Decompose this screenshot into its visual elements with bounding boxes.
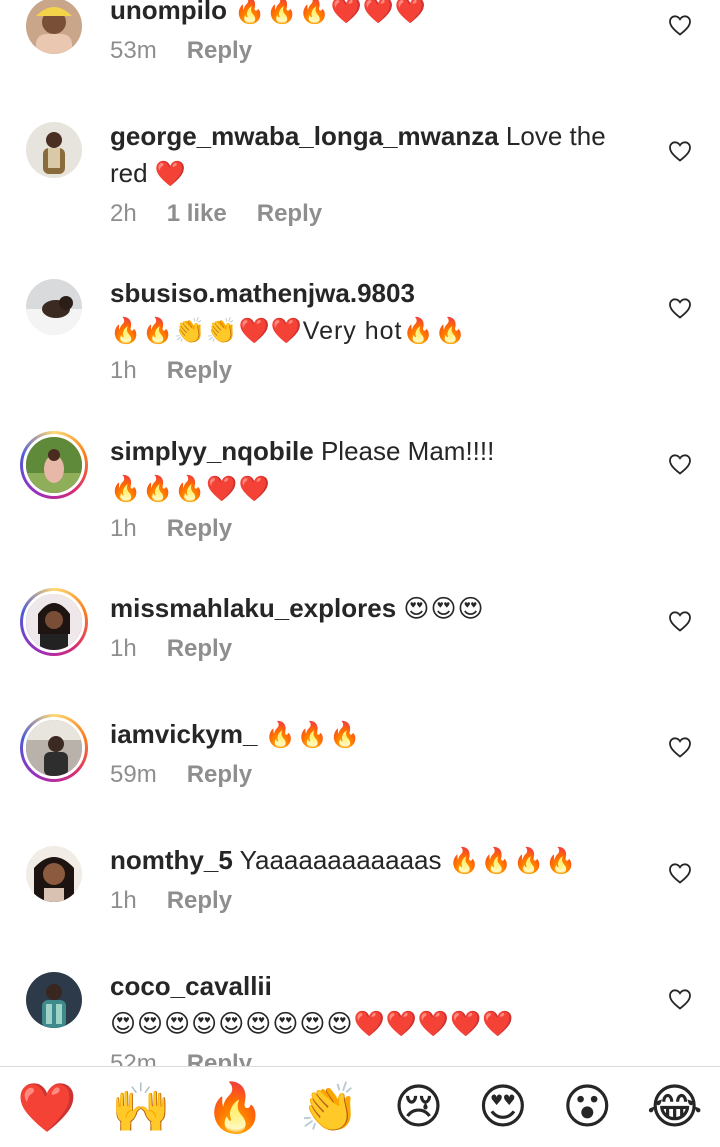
comment-time: 59m <box>110 761 157 788</box>
fire-emoji-button[interactable]: 🔥 <box>205 1079 265 1136</box>
comment-username[interactable]: george_mwaba_longa_mwanza <box>110 121 499 151</box>
comment-body: george_mwaba_longa_mwanza Love the red ❤… <box>110 118 650 229</box>
comment-body: sbusiso.mathenjwa.9803 🔥🔥👏👏❤️❤️Very hot🔥🔥… <box>110 275 650 386</box>
avatar[interactable] <box>26 122 82 178</box>
reply-button[interactable]: Reply <box>187 761 252 788</box>
like-heart-icon[interactable] <box>668 453 692 475</box>
comment-emoji: ❤️ <box>154 160 187 188</box>
comment-text: Yaaaaaaaaaaaas <box>232 845 442 875</box>
like-count[interactable]: 1 like <box>167 200 227 227</box>
comment-username[interactable]: sbusiso.mathenjwa.9803 <box>110 278 415 308</box>
laughing-emoji-button[interactable]: 😂 <box>647 1079 703 1135</box>
comment-username[interactable]: unompilo <box>110 0 227 25</box>
reply-button[interactable]: Reply <box>257 200 322 227</box>
comment-emoji: 🔥🔥🔥❤️❤️❤️ <box>234 0 427 25</box>
comment-time: 53m <box>110 37 157 64</box>
comment-body: simplyy_nqobile Please Mam!!!! 🔥🔥🔥❤️❤️ 1h… <box>110 433 650 544</box>
comment-body: iamvickym_ 🔥🔥🔥 59m Reply <box>110 716 650 790</box>
comment-emoji: 🔥🔥👏👏❤️❤️Very hot🔥🔥 <box>110 317 467 345</box>
comment-username[interactable]: nomthy_5 <box>110 845 233 875</box>
avatar[interactable] <box>20 714 88 782</box>
avatar[interactable] <box>26 972 82 1028</box>
heart-emoji-button[interactable]: ❤️ <box>17 1079 77 1136</box>
reply-button[interactable]: Reply <box>167 515 232 542</box>
comment-time: 1h <box>110 515 137 542</box>
comment-emoji: 🔥🔥🔥🔥 <box>448 847 578 875</box>
quick-reaction-bar: ❤️ 🙌 🔥 👏 😢 😍 😮 😂 <box>0 1067 720 1147</box>
avatar[interactable] <box>26 0 82 54</box>
comment-username[interactable]: coco_cavallii <box>110 971 272 1001</box>
comment-time: 1h <box>110 357 137 384</box>
comment-time: 52m <box>110 1050 157 1066</box>
like-heart-icon[interactable] <box>668 297 692 319</box>
comment-username[interactable]: iamvickym_ <box>110 719 257 749</box>
avatar[interactable] <box>26 279 82 335</box>
comment-text: Please Mam!!!! <box>313 436 495 466</box>
heart-eyes-emoji-button[interactable]: 😍 <box>478 1079 528 1135</box>
avatar[interactable] <box>20 588 88 656</box>
comment-emoji: 😍😍😍😍😍😍😍😍😍❤️❤️❤️❤️❤️ <box>110 1010 515 1038</box>
avatar[interactable] <box>20 431 88 499</box>
comment-list[interactable]: unompilo 🔥🔥🔥❤️❤️❤️ 53m Reply george_mwaba… <box>0 0 720 1066</box>
comment-time: 1h <box>110 635 137 662</box>
surprised-emoji-button[interactable]: 😮 <box>562 1079 612 1135</box>
raised-hands-emoji-button[interactable]: 🙌 <box>111 1079 171 1136</box>
crying-emoji-button[interactable]: 😢 <box>394 1079 444 1135</box>
reply-button[interactable]: Reply <box>167 887 232 914</box>
comment-body: nomthy_5 Yaaaaaaaaaaaas 🔥🔥🔥🔥 1h Reply <box>110 842 650 916</box>
reply-button[interactable]: Reply <box>167 357 232 384</box>
comment-emoji: 🔥🔥🔥❤️❤️ <box>110 475 271 503</box>
comment-emoji: 🔥🔥🔥 <box>264 721 362 749</box>
like-heart-icon[interactable] <box>668 140 692 162</box>
comment-username[interactable]: missmahlaku_explores <box>110 593 396 623</box>
comment-emoji: 😍😍😍 <box>403 595 485 623</box>
reply-button[interactable]: Reply <box>187 1050 252 1066</box>
comment-body: coco_cavallii 😍😍😍😍😍😍😍😍😍❤️❤️❤️❤️❤️ 52m Repl… <box>110 968 650 1066</box>
comment-time: 2h <box>110 200 137 227</box>
comment-body: missmahlaku_explores 😍😍😍 1h Reply <box>110 590 650 664</box>
like-heart-icon[interactable] <box>668 610 692 632</box>
like-heart-icon[interactable] <box>668 988 692 1010</box>
like-heart-icon[interactable] <box>668 862 692 884</box>
reply-button[interactable]: Reply <box>187 37 252 64</box>
comment-time: 1h <box>110 887 137 914</box>
comment-body: unompilo 🔥🔥🔥❤️❤️❤️ 53m Reply <box>110 0 650 66</box>
clapping-emoji-button[interactable]: 👏 <box>299 1079 359 1136</box>
like-heart-icon[interactable] <box>668 14 692 36</box>
reply-button[interactable]: Reply <box>167 635 232 662</box>
comment-username[interactable]: simplyy_nqobile <box>110 436 314 466</box>
like-heart-icon[interactable] <box>668 736 692 758</box>
avatar[interactable] <box>26 846 82 902</box>
